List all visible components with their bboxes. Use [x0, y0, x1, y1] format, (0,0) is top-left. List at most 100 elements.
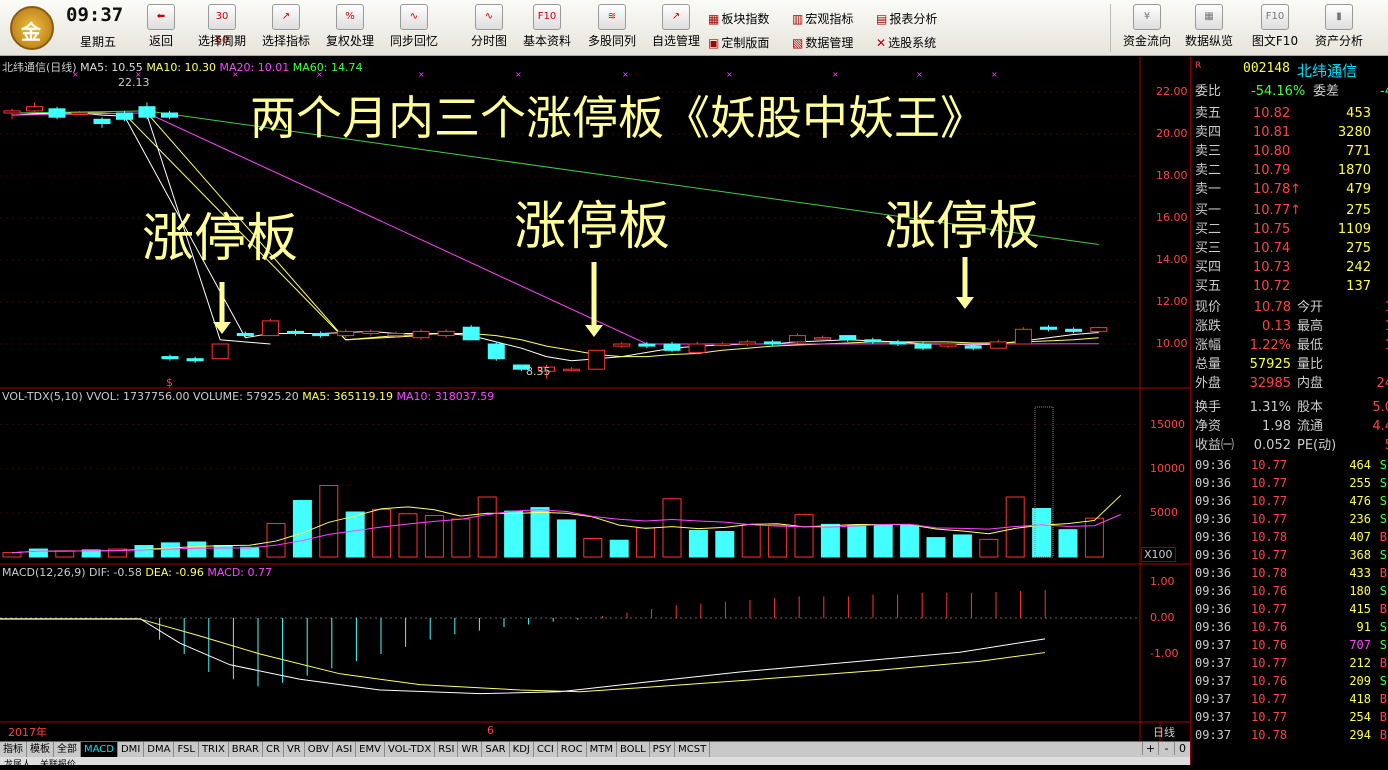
- limit-up-annotation-1: 涨停板: [142, 209, 299, 269]
- bottom-item-b[interactable]: 关联报价: [40, 760, 76, 770]
- bottom-item-a[interactable]: 龙属人: [4, 760, 31, 770]
- sell-row[interactable]: 卖五 10.82 453: [1195, 105, 1388, 123]
- indicator-tab[interactable]: 模板: [27, 742, 54, 757]
- toolbar-small-button-3[interactable]: ▣ 定制版面: [708, 34, 769, 51]
- stat-row: 外盘 32985 内盘 24: [1195, 375, 1388, 393]
- toolbar-button-2[interactable]: ↗ 选择指标: [256, 4, 316, 54]
- volume-bar: [345, 511, 365, 558]
- toolbar-right-button-2[interactable]: F10 图文F10: [1246, 4, 1304, 54]
- tick-side: B: [1379, 602, 1387, 616]
- tick-volume: 707: [1349, 638, 1371, 652]
- book-price: 10.77↑: [1253, 203, 1302, 218]
- tick-side: S: [1379, 620, 1387, 634]
- toolbar-button-3[interactable]: % 复权处理: [320, 4, 380, 54]
- layout-icon: ▣: [708, 36, 720, 50]
- watchlist-icon: ↗: [662, 4, 690, 30]
- indicator-tab[interactable]: CR: [263, 742, 284, 757]
- buy-row[interactable]: 买二 10.75 1109: [1195, 221, 1388, 239]
- toolbar-right-button-1[interactable]: ▦ 数据纵览: [1180, 4, 1238, 54]
- top-marker-6: ×: [622, 70, 629, 79]
- indicator-tab[interactable]: ROC: [558, 742, 587, 757]
- price-axis-label: 20.00: [1156, 127, 1188, 140]
- indicator-tab[interactable]: MTM: [587, 742, 617, 757]
- tick-row: 09:37 10.77 212 B: [1195, 654, 1388, 672]
- book-price: 10.74: [1253, 241, 1291, 256]
- toolbar-small-button-1[interactable]: ▥ 宏观指标: [792, 10, 853, 27]
- candle-body: [638, 343, 656, 347]
- indicator-tab[interactable]: SAR: [482, 742, 510, 757]
- stat-label: 总量: [1195, 357, 1222, 372]
- indicator-tab[interactable]: TRIX: [199, 742, 229, 757]
- logo-char: 金: [21, 20, 41, 44]
- indicator-tab[interactable]: DMA: [144, 742, 175, 757]
- toolbar-small-button-2[interactable]: ▤ 报表分析: [876, 10, 937, 27]
- tick-row: 09:36 10.76 180 S: [1195, 582, 1388, 600]
- buy-row[interactable]: 买五 10.72 137: [1195, 278, 1388, 296]
- toolbar-small-button-0[interactable]: ▦ 板块指数: [708, 10, 769, 27]
- tab-control-button[interactable]: +: [1142, 742, 1158, 755]
- overview-icon: ▦: [1195, 4, 1223, 30]
- toolbar-button-4[interactable]: ∿ 同步回忆: [384, 4, 444, 54]
- indicator-tab[interactable]: CCI: [534, 742, 558, 757]
- indicator-tab[interactable]: OBV: [305, 742, 333, 757]
- indicator-tab[interactable]: VOL-TDX: [385, 742, 436, 757]
- candle-body: [613, 343, 631, 347]
- indicator-tab[interactable]: EMV: [356, 742, 385, 757]
- indicator-tab[interactable]: ASI: [333, 742, 357, 757]
- indicator-tab[interactable]: PSY: [650, 742, 676, 757]
- sell-row[interactable]: 卖四 10.81 3280: [1195, 124, 1388, 142]
- toolbar-button-7[interactable]: ≋ 多股同列: [582, 4, 642, 54]
- tick-side: B: [1379, 692, 1387, 706]
- toolbar-button-0[interactable]: ⬅ 返回: [143, 4, 179, 54]
- candle-body: [161, 112, 178, 118]
- toolbar-right-button-0[interactable]: ¥ 资金流向: [1118, 4, 1176, 54]
- tick-price: 10.76: [1251, 584, 1288, 598]
- indicator-tab[interactable]: 指标: [0, 742, 27, 757]
- tick-row: 09:36 10.76 91 S: [1195, 618, 1388, 636]
- tick-price: 10.76: [1251, 674, 1288, 688]
- volume-bar: [240, 546, 260, 558]
- toolbar-small-button-5[interactable]: ✕ 选股系统: [876, 34, 936, 51]
- indicator-tab[interactable]: MCST: [675, 742, 711, 757]
- app-logo-icon[interactable]: 金: [10, 6, 54, 50]
- tick-price: 10.77: [1251, 476, 1288, 490]
- toolbar-small-button-4[interactable]: ▧ 数据管理: [792, 34, 853, 51]
- stat-value: 10.78: [1253, 300, 1291, 315]
- candle-body: [71, 112, 88, 115]
- tick-time: 09:37: [1195, 692, 1232, 706]
- back-arrow-icon: ⬅: [147, 4, 175, 30]
- indicator-tab[interactable]: DMI: [118, 742, 145, 757]
- toolbar-button-5[interactable]: ∿ 分时图: [459, 4, 519, 54]
- indicator-tab[interactable]: KDJ: [510, 742, 534, 757]
- macd-header: MACD(12,26,9) DIF: -0.58 DEA: -0.96 MACD…: [2, 566, 272, 579]
- book-level-label: 卖四: [1195, 125, 1222, 140]
- sell-row[interactable]: 卖三 10.80 771: [1195, 143, 1388, 161]
- indicator-tab[interactable]: RSI: [435, 742, 459, 757]
- sell-row[interactable]: 卖二 10.79 1870: [1195, 162, 1388, 180]
- indicator-tab[interactable]: BOLL: [617, 742, 650, 757]
- buy-row[interactable]: 买四 10.73 242: [1195, 259, 1388, 277]
- toolbar-button-label: 多股同列: [587, 34, 636, 48]
- indicator-tab[interactable]: FSL: [174, 742, 199, 757]
- buy-row[interactable]: 买三 10.74 275: [1195, 240, 1388, 258]
- indicator-tab[interactable]: WR: [458, 742, 483, 757]
- toolbar-button-1[interactable]: 30 60 选择周期: [192, 4, 252, 54]
- toolbar-button-6[interactable]: F10 基本资料: [517, 4, 577, 54]
- toolbar-button-8[interactable]: ↗ 自选管理: [646, 4, 706, 54]
- toolbar-button-label: 自选管理: [651, 34, 700, 48]
- sell-row[interactable]: 卖一 10.78↑ 479: [1195, 181, 1388, 199]
- indicator-tab[interactable]: BRAR: [229, 742, 263, 757]
- indicator-tab[interactable]: MACD: [81, 742, 118, 757]
- tick-time: 09:36: [1195, 620, 1232, 634]
- indicator-tab[interactable]: 全部: [54, 742, 81, 757]
- candle-body: [412, 330, 430, 339]
- tab-control-button[interactable]: 0: [1174, 742, 1190, 755]
- tab-control-button[interactable]: -: [1158, 742, 1174, 755]
- stock-name[interactable]: 北纬通信: [1297, 60, 1357, 81]
- toolbar-right-button-3[interactable]: ▮ 资产分析: [1310, 4, 1368, 54]
- buy-row[interactable]: 买一 10.77↑ 275: [1195, 202, 1388, 220]
- indicator-tab[interactable]: VR: [284, 742, 305, 757]
- f10-icon: F10: [533, 4, 561, 30]
- candle-body: [738, 341, 756, 345]
- volume-bar: [952, 534, 972, 558]
